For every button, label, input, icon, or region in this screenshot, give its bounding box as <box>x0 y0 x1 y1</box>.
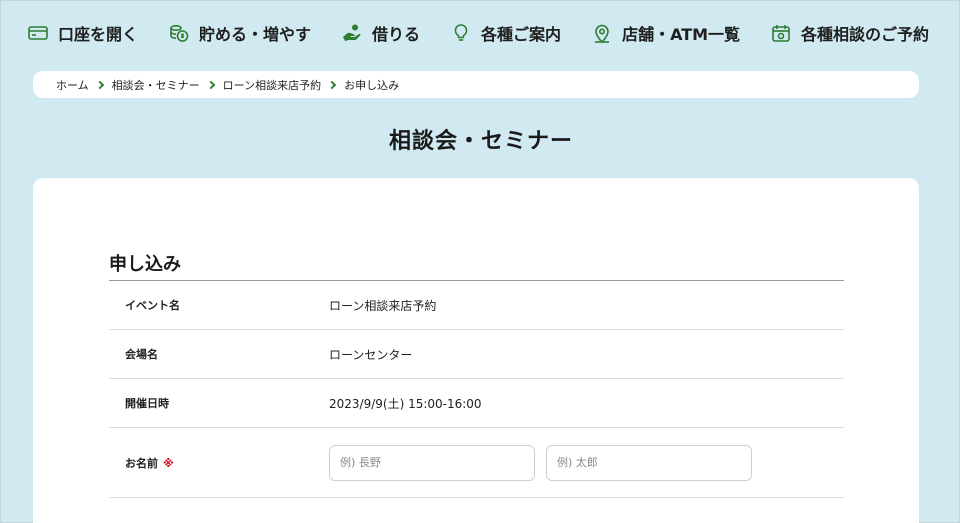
breadcrumb-current: お申し込み <box>344 78 400 92</box>
global-nav: 口座を開く 貯める・増やす 借りる 各種ご案内 店舗・ATM一覧 各種相談のご予… <box>1 1 960 65</box>
page-title: 相談会・セミナー <box>388 129 573 154</box>
breadcrumb-loan-visit[interactable]: ローン相談来店予約 <box>223 77 321 93</box>
nav-item-label: 各種ご案内 <box>481 25 562 44</box>
breadcrumb: ホーム 相談会・セミナー ローン相談来店予約 お申し込み <box>33 71 919 98</box>
first-name-input[interactable] <box>546 444 752 481</box>
chevron-right-icon <box>95 80 104 89</box>
chevron-right-icon <box>206 80 215 89</box>
nav-item-guide[interactable]: 各種ご案内 <box>450 21 561 45</box>
nav-item-label: 口座を開く <box>58 25 139 44</box>
nav-item-borrow[interactable]: 借りる <box>341 21 420 45</box>
coins-icon <box>168 22 190 44</box>
breadcrumb-home[interactable]: ホーム <box>56 77 89 93</box>
chevron-right-icon <box>327 80 337 89</box>
calendar-icon <box>770 22 792 44</box>
nav-item-open-account[interactable]: 口座を開く <box>27 21 138 45</box>
required-mark: ※ <box>163 456 174 470</box>
nav-item-label: 借りる <box>372 25 421 44</box>
card-icon <box>27 22 49 44</box>
table-row-venue: 会場名 ローンセンター <box>109 330 844 379</box>
nav-item-save-invest[interactable]: 貯める・増やす <box>168 21 311 45</box>
nav-item-label: 各種相談のご予約 <box>801 25 930 44</box>
row-label: お名前 ※ <box>109 455 329 471</box>
section-title: 申し込み <box>109 254 181 275</box>
form-card: 申し込み イベント名 ローン相談来店予約 会場名 ローンセンター 開催日時 20… <box>33 178 919 523</box>
application-form: イベント名 ローン相談来店予約 会場名 ローンセンター 開催日時 2023/9/… <box>109 281 844 498</box>
name-inputs <box>329 444 752 481</box>
row-label: イベント名 <box>125 299 180 312</box>
table-row-event-name: イベント名 ローン相談来店予約 <box>109 281 844 330</box>
table-row-name: お名前 ※ <box>109 428 844 498</box>
nav-item-label: 貯める・増やす <box>199 25 312 44</box>
name-label: お名前 <box>125 456 158 470</box>
nav-item-consultation-booking[interactable]: 各種相談のご予約 <box>770 21 929 45</box>
hand-coin-icon <box>341 22 363 44</box>
table-row-datetime: 開催日時 2023/9/9(土) 15:00-16:00 <box>109 379 844 428</box>
row-value: 2023/9/9(土) 15:00-16:00 <box>329 396 482 411</box>
map-pin-icon <box>591 22 613 44</box>
breadcrumb-seminars[interactable]: 相談会・セミナー <box>112 77 200 93</box>
row-value: ローンセンター <box>329 347 413 362</box>
lightbulb-icon <box>450 22 472 44</box>
row-label: 開催日時 <box>125 397 169 410</box>
row-label: 会場名 <box>125 348 158 361</box>
nav-item-label: 店舗・ATM一覧 <box>622 25 741 44</box>
last-name-input[interactable] <box>329 444 535 481</box>
row-value: ローン相談来店予約 <box>329 298 437 313</box>
nav-item-branches-atm[interactable]: 店舗・ATM一覧 <box>591 21 740 45</box>
